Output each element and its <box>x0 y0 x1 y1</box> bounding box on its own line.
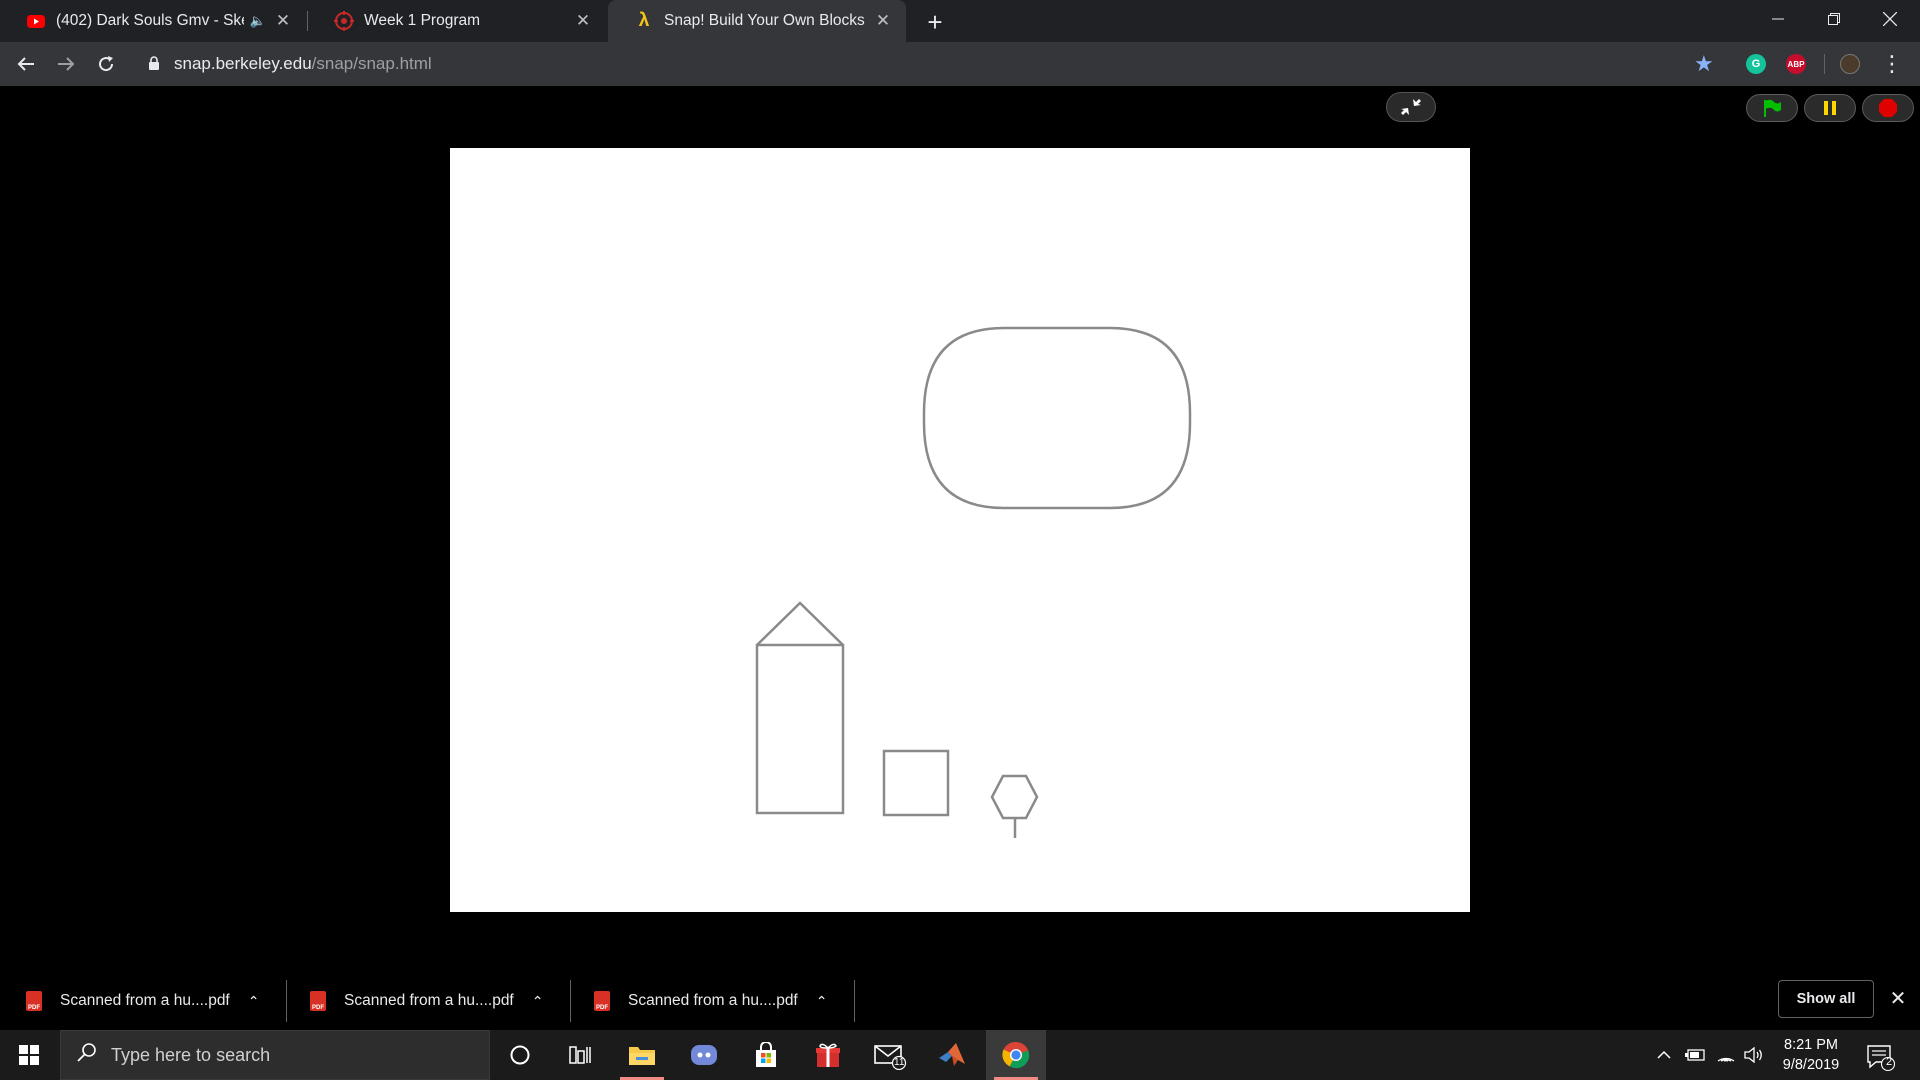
snap-project-icon <box>334 11 354 31</box>
microsoft-store-icon[interactable] <box>736 1030 796 1080</box>
download-shelf: PDF Scanned from a hu....pdf ⌃ PDF Scann… <box>0 972 1920 1030</box>
tree-hexagon-drawing <box>990 774 1039 820</box>
download-divider <box>570 980 571 1022</box>
url-host: snap.berkeley.edu <box>174 54 312 73</box>
pdf-file-icon: PDF <box>310 991 326 1011</box>
exit-presentation-button[interactable] <box>1386 92 1436 122</box>
taskbar-search-box[interactable]: Type here to search <box>60 1030 490 1080</box>
url-path: /snap/snap.html <box>311 54 432 73</box>
search-placeholder: Type here to search <box>111 1044 271 1065</box>
file-explorer-icon[interactable] <box>612 1030 672 1080</box>
stop-button[interactable] <box>1862 94 1914 122</box>
stop-icon <box>1879 99 1897 117</box>
cortana-icon[interactable] <box>490 1030 550 1080</box>
close-window-icon[interactable] <box>1862 0 1918 38</box>
close-tab-icon[interactable]: ✕ <box>874 11 892 30</box>
action-center-icon[interactable]: 2 <box>1864 1040 1896 1072</box>
download-filename: Scanned from a hu....pdf <box>60 992 230 1009</box>
url-text: snap.berkeley.edu/snap/snap.html <box>174 54 432 74</box>
tab-title: Snap! Build Your Own Blocks 5.1.0 <box>664 12 866 29</box>
green-flag-icon <box>1764 99 1781 117</box>
small-square-drawing <box>882 749 950 817</box>
show-all-button[interactable]: Show all <box>1778 980 1874 1018</box>
show-hidden-icons-chevron-icon[interactable] <box>1652 1030 1676 1080</box>
mail-badge: 11 <box>894 1057 905 1068</box>
menu-icon[interactable]: ⋮ <box>1881 50 1903 78</box>
chevron-up-icon[interactable]: ⌃ <box>816 993 828 1010</box>
close-tab-icon[interactable]: ✕ <box>574 11 592 30</box>
tower-roof-drawing <box>756 601 844 646</box>
pause-button[interactable] <box>1804 94 1856 122</box>
download-filename: Scanned from a hu....pdf <box>344 992 514 1009</box>
toolbar-divider <box>1824 54 1825 74</box>
volume-icon[interactable] <box>1742 1030 1766 1080</box>
tab-title: Week 1 Program <box>364 12 481 29</box>
pdf-file-icon: PDF <box>594 991 610 1011</box>
notification-count: 2 <box>1885 1056 1893 1068</box>
back-icon[interactable] <box>10 48 42 80</box>
clock-time: 8:21 PM <box>1784 1037 1838 1053</box>
clock-date: 9/8/2019 <box>1782 1057 1840 1073</box>
minimize-icon[interactable] <box>1750 0 1806 38</box>
download-filename: Scanned from a hu....pdf <box>628 992 798 1009</box>
system-clock[interactable]: 8:21 PM 9/8/2019 <box>1770 1035 1852 1075</box>
green-flag-button[interactable] <box>1746 94 1798 122</box>
chevron-up-icon[interactable]: ⌃ <box>532 993 544 1010</box>
pen-trails-drawing <box>755 326 1192 838</box>
bookmark-star-icon[interactable]: ★ <box>1694 51 1714 77</box>
rounded-square-drawing <box>922 326 1192 510</box>
youtube-icon <box>26 11 46 31</box>
tab-youtube[interactable]: (402) Dark Souls Gmv - Skele 🔈 ✕ <box>0 0 306 42</box>
download-divider <box>286 980 287 1022</box>
snap-presentation-area <box>0 86 1920 972</box>
close-shelf-icon[interactable]: ✕ <box>1886 986 1910 1010</box>
browser-toolbar: snap.berkeley.edu/snap/snap.html ★ G ABP… <box>0 42 1920 86</box>
windows-start-button[interactable] <box>0 1030 58 1080</box>
download-divider <box>854 980 855 1022</box>
windows-taskbar: Type here to search 11 8:21 PM 9/8/2019 … <box>0 1030 1920 1080</box>
snap-stage[interactable] <box>450 148 1470 912</box>
search-icon <box>77 1042 97 1068</box>
download-item[interactable]: PDF Scanned from a hu....pdf ⌃ <box>594 980 827 1022</box>
pause-icon <box>1824 101 1836 115</box>
forward-icon[interactable] <box>50 48 82 80</box>
discord-icon[interactable] <box>674 1030 734 1080</box>
restore-icon[interactable] <box>1806 0 1862 38</box>
windows-logo-icon <box>19 1045 39 1065</box>
grammarly-icon[interactable]: G <box>1746 54 1766 74</box>
tab-snap[interactable]: λ Snap! Build Your Own Blocks 5.1.0 ✕ <box>608 0 906 42</box>
pdf-file-icon: PDF <box>26 991 42 1011</box>
gift-icon[interactable] <box>798 1030 858 1080</box>
profile-avatar[interactable] <box>1840 54 1860 74</box>
lock-icon <box>148 56 162 72</box>
new-tab-button[interactable]: + <box>920 7 950 37</box>
chrome-icon[interactable] <box>986 1030 1046 1080</box>
address-bar[interactable]: snap.berkeley.edu/snap/snap.html <box>140 47 1770 81</box>
chevron-up-icon[interactable]: ⌃ <box>248 993 260 1010</box>
adblock-plus-icon[interactable]: ABP <box>1786 54 1806 74</box>
tab-week1-program[interactable]: Week 1 Program ✕ <box>308 0 606 42</box>
reload-icon[interactable] <box>90 48 122 80</box>
lambda-icon: λ <box>638 10 650 31</box>
tower-drawing <box>755 643 845 815</box>
speaker-icon[interactable]: 🔈 <box>250 13 266 29</box>
download-item[interactable]: PDF Scanned from a hu....pdf ⌃ <box>310 980 543 1022</box>
download-item[interactable]: PDF Scanned from a hu....pdf ⌃ <box>26 980 259 1022</box>
close-tab-icon[interactable]: ✕ <box>274 11 292 30</box>
mail-icon[interactable]: 11 <box>860 1030 920 1080</box>
shrink-arrows-icon <box>1401 99 1421 115</box>
wifi-icon[interactable] <box>1714 1030 1738 1080</box>
tab-title: (402) Dark Souls Gmv - Skele <box>56 12 244 29</box>
matlab-icon[interactable] <box>922 1030 982 1080</box>
task-view-icon[interactable] <box>550 1030 610 1080</box>
battery-icon[interactable] <box>1682 1030 1708 1080</box>
tab-strip: (402) Dark Souls Gmv - Skele 🔈 ✕ Week 1 … <box>0 0 1920 42</box>
